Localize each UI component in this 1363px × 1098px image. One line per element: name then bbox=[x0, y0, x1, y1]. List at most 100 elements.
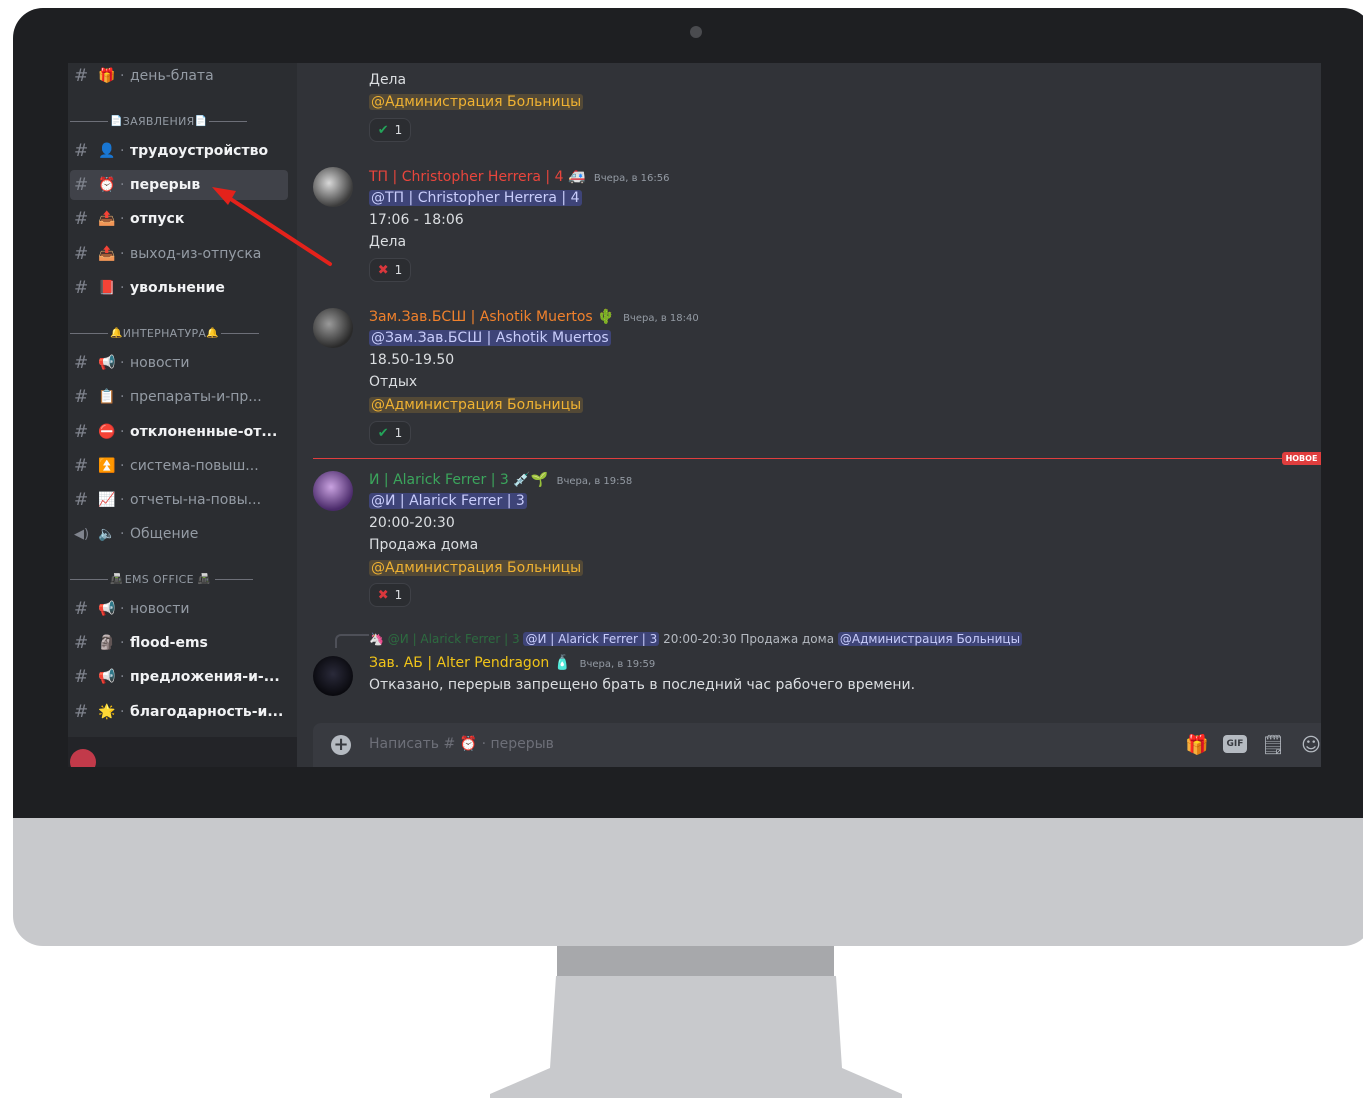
separator-dot: · bbox=[120, 669, 125, 685]
category-icon: 📠 bbox=[197, 573, 211, 585]
category-label: EMS OFFICE bbox=[124, 572, 194, 586]
divider-line bbox=[70, 120, 108, 122]
channel-emoji: 👤 bbox=[98, 143, 116, 159]
avatar[interactable] bbox=[313, 656, 353, 696]
channel-name: трудоустройство bbox=[130, 143, 269, 159]
channel-name: новости bbox=[130, 355, 190, 371]
user-mention[interactable]: @И | Alarick Ferrer | 3 bbox=[369, 493, 527, 509]
reaction-check[interactable]: ✔ 1 bbox=[369, 118, 411, 142]
reaction-cross[interactable]: ✖ 1 bbox=[369, 583, 411, 607]
channel-blagodarnost[interactable]: # 🌟 · благодарность-и... bbox=[70, 697, 288, 727]
hash-icon: # bbox=[74, 490, 89, 510]
message-author[interactable]: И | Alarick Ferrer | 3 💉🌱 Вчера, в 19:58 bbox=[369, 472, 632, 488]
monitor-stand bbox=[490, 976, 902, 1098]
separator-dot: · bbox=[120, 68, 125, 84]
gif-button[interactable]: GIF bbox=[1223, 735, 1247, 753]
channel-vyhod-iz-otpuska[interactable]: # 📤 · выход-из-отпуска bbox=[70, 239, 288, 269]
hash-icon: # bbox=[74, 456, 89, 476]
avatar[interactable] bbox=[313, 308, 353, 348]
divider-line bbox=[70, 578, 108, 580]
role-mention[interactable]: @Администрация Больницы bbox=[369, 397, 584, 413]
channel-emoji: 🔈 bbox=[98, 526, 116, 542]
reply-preview[interactable]: 🦄 @И | Alarick Ferrer | 3 @И | Alarick F… bbox=[369, 632, 1023, 646]
divider-line bbox=[70, 332, 108, 334]
sticker-icon[interactable]: 🗒 bbox=[1261, 733, 1285, 757]
category-internatura[interactable]: 🔔 ИНТЕРНАТУРА 🔔 bbox=[68, 326, 297, 340]
avatar[interactable] bbox=[313, 471, 353, 511]
reaction-cross[interactable]: ✖ 1 bbox=[369, 258, 411, 282]
hash-icon: # bbox=[74, 422, 89, 442]
channel-uvolnenie[interactable]: # 📕 · увольнение bbox=[70, 273, 288, 303]
channel-name: отклоненные-от... bbox=[130, 424, 278, 440]
hash-icon: # bbox=[74, 278, 89, 298]
category-icon: 📄 bbox=[110, 115, 123, 127]
divider-line bbox=[209, 120, 248, 122]
hash-icon: # bbox=[74, 387, 89, 407]
new-messages-badge: НОВОЕ bbox=[1282, 452, 1321, 465]
channel-name: выход-из-отпуска bbox=[130, 246, 262, 262]
category-label: ИНТЕРНАТУРА bbox=[122, 326, 207, 340]
channel-pereryv[interactable]: # ⏰ · перерыв bbox=[70, 170, 288, 200]
channel-flood-ems[interactable]: # 🗿 · flood-ems bbox=[70, 628, 288, 658]
reaction-check[interactable]: ✔ 1 bbox=[369, 421, 411, 445]
channel-novosti-ems[interactable]: # 📢 · новости bbox=[70, 594, 288, 624]
author-name: И | Alarick Ferrer | 3 bbox=[369, 472, 509, 488]
channel-emoji: 🗿 bbox=[98, 635, 116, 651]
channel-otchety[interactable]: # 📈 · отчеты-на-повы... bbox=[70, 485, 288, 515]
message-input[interactable]: Написать # ⏰ · перерыв bbox=[369, 736, 554, 752]
channel-emoji: ⏰ bbox=[98, 177, 116, 193]
channel-emoji: ⏫ bbox=[98, 458, 116, 474]
separator-dot: · bbox=[120, 424, 125, 440]
channel-trudoustroystvo[interactable]: # 👤 · трудоустройство bbox=[70, 136, 288, 166]
channel-sistema-povysh[interactable]: # ⏫ · система-повыш... bbox=[70, 451, 288, 481]
channel-name: день-блата bbox=[130, 68, 214, 84]
channel-name: предложения-и-... bbox=[130, 669, 280, 685]
hash-icon: # bbox=[74, 209, 89, 229]
check-circle-icon: ✔ bbox=[377, 425, 389, 441]
placeholder-emoji: ⏰ bbox=[459, 736, 478, 752]
channel-emoji: 📋 bbox=[98, 389, 116, 405]
category-icon: 🔔 bbox=[110, 327, 123, 339]
channel-preparaty[interactable]: # 📋 · препараты-и-пр... bbox=[70, 382, 288, 412]
plus-circle-icon[interactable]: + bbox=[331, 735, 351, 755]
category-ems-office[interactable]: 📠 EMS OFFICE 📠 bbox=[68, 572, 297, 586]
role-mention[interactable]: @Администрация Больницы bbox=[369, 560, 584, 576]
role-mention[interactable]: @Администрация Больницы bbox=[369, 94, 584, 110]
hash-icon: # bbox=[74, 633, 89, 653]
reply-user-mention: @И | Alarick Ferrer | 3 bbox=[523, 632, 660, 646]
user-mention[interactable]: @ТП | Christopher Herrera | 4 bbox=[369, 190, 582, 206]
message-author[interactable]: Зам.Зав.БСШ | Ashotik Muertos 🌵 Вчера, в… bbox=[369, 309, 699, 325]
message-timestamp: Вчера, в 19:58 bbox=[556, 476, 633, 487]
separator-dot: · bbox=[120, 526, 125, 542]
message-author[interactable]: Зав. АБ | Alter Pendragon 🧴 Вчера, в 19:… bbox=[369, 655, 655, 671]
role-badge-icon: 🚑 bbox=[567, 169, 586, 185]
category-zayavleniya[interactable]: 📄 ЗАЯВЛЕНИЯ 📄 bbox=[68, 114, 297, 128]
message-line: Дела bbox=[369, 72, 407, 88]
gift-icon[interactable]: 🎁 bbox=[1185, 733, 1209, 757]
hash-icon: # bbox=[74, 175, 89, 195]
channel-name: система-повыш... bbox=[130, 458, 259, 474]
reaction-count: 1 bbox=[394, 263, 403, 277]
channel-emoji: 📤 bbox=[98, 211, 116, 227]
voice-channel-obshchenie[interactable]: ◀) 🔈 · Общение bbox=[70, 519, 288, 549]
smile-icon[interactable]: ☺ bbox=[1299, 733, 1321, 757]
avatar[interactable] bbox=[313, 167, 353, 207]
channel-name: препараты-и-пр... bbox=[130, 389, 262, 405]
channel-predlozheniya[interactable]: # 📢 · предложения-и-... bbox=[70, 662, 288, 692]
channel-otpusk[interactable]: # 📤 · отпуск bbox=[70, 204, 288, 234]
monitor-chin bbox=[13, 818, 1363, 946]
message-author[interactable]: ТП | Christopher Herrera | 4 🚑 Вчера, в … bbox=[369, 169, 670, 185]
message-composer[interactable]: + Написать # ⏰ · перерыв 🎁 GIF 🗒 ☺ bbox=[313, 723, 1321, 767]
reply-connector bbox=[335, 634, 369, 648]
channel-novosti[interactable]: # 📢 · новости bbox=[70, 348, 288, 378]
category-icon: 🔔 bbox=[206, 327, 220, 339]
reply-avatar-icon: 🦄 bbox=[369, 632, 384, 646]
category-label: ЗАЯВЛЕНИЯ bbox=[122, 114, 195, 128]
channel-emoji: 📢 bbox=[98, 355, 116, 371]
channel-den-blata[interactable]: # 🎁 · день-блата bbox=[70, 63, 288, 91]
hash-icon: # bbox=[74, 353, 89, 373]
speaker-icon: ◀) bbox=[74, 526, 90, 542]
avatar[interactable] bbox=[70, 749, 96, 767]
channel-otklonennye[interactable]: # ⛔ · отклоненные-от... bbox=[70, 417, 288, 447]
user-mention[interactable]: @Зам.Зав.БСШ | Ashotik Muertos bbox=[369, 330, 611, 346]
